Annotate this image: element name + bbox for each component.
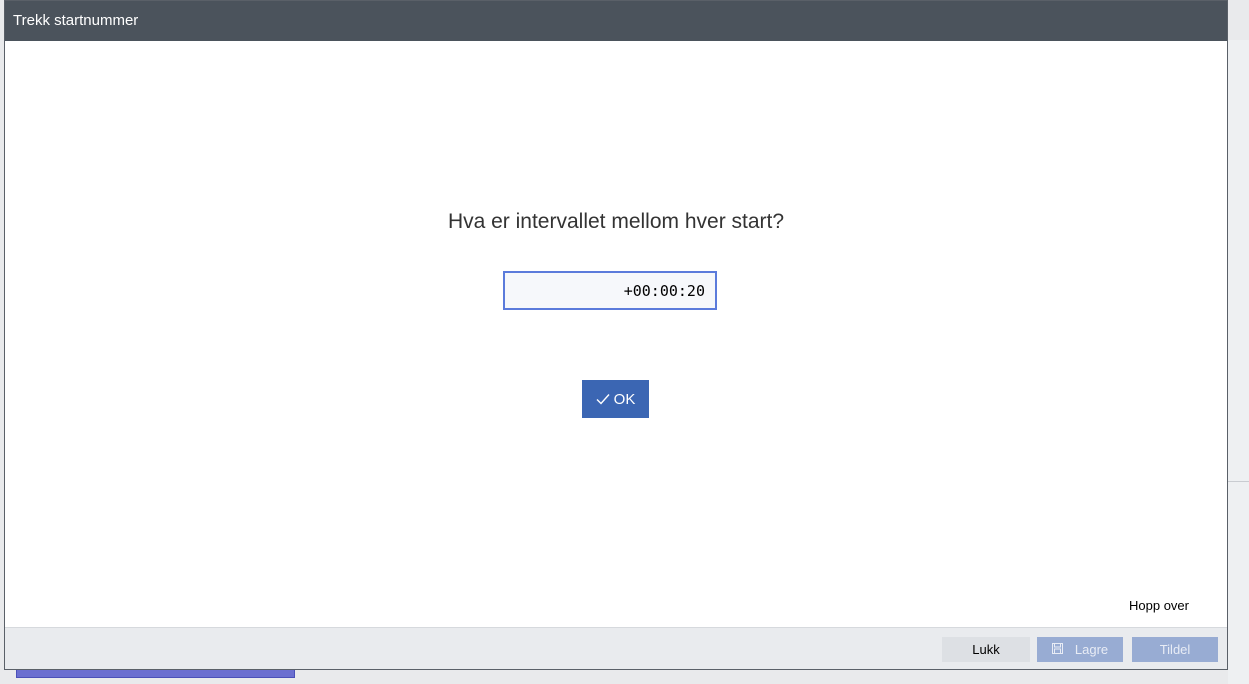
checkmark-icon bbox=[596, 393, 610, 405]
assign-label: Tildel bbox=[1159, 642, 1191, 657]
save-button[interactable]: Lagre bbox=[1037, 637, 1123, 662]
close-label: Lukk bbox=[972, 642, 1000, 657]
dialog-title: Trekk startnummer bbox=[5, 1, 1227, 41]
save-label: Lagre bbox=[1074, 642, 1109, 657]
background-divider bbox=[1228, 481, 1249, 482]
draw-start-numbers-dialog: Trekk startnummer Hva er intervallet mel… bbox=[4, 0, 1228, 670]
ok-button[interactable]: OK bbox=[582, 380, 649, 418]
skip-link[interactable]: Hopp over bbox=[1129, 598, 1189, 613]
close-button[interactable]: Lukk bbox=[942, 637, 1030, 662]
ok-label: OK bbox=[613, 390, 636, 408]
interval-input[interactable] bbox=[503, 271, 717, 310]
dialog-footer: Lukk Lagre Tildel bbox=[5, 627, 1227, 669]
background-panel bbox=[1228, 40, 1249, 684]
save-icon bbox=[1051, 642, 1063, 657]
assign-button[interactable]: Tildel bbox=[1132, 637, 1218, 662]
interval-question: Hva er intervallet mellom hver start? bbox=[447, 210, 785, 233]
